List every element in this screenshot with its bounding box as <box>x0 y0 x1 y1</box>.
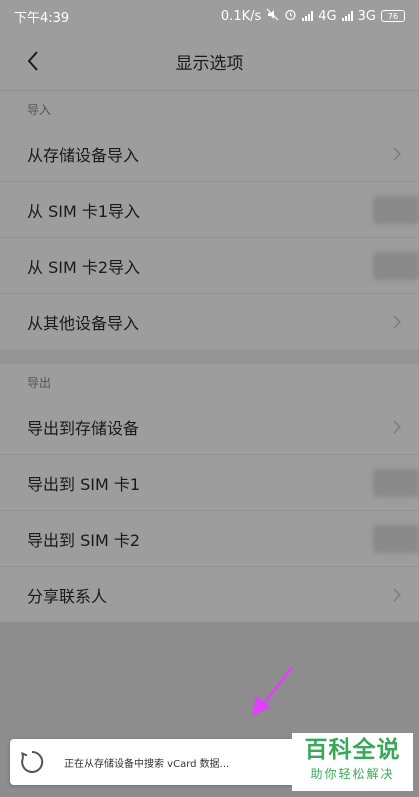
toast-text: 正在从存储设备中搜索 vCard 数据... <box>64 758 230 770</box>
watermark-sub: 助你轻松解决 <box>310 767 395 781</box>
watermark-logo: 百科全说 助你轻松解决 <box>292 733 413 791</box>
watermark-main: 百科全说 <box>304 737 401 763</box>
annotation-arrow-icon <box>252 666 293 716</box>
loading-spinner-icon <box>21 750 44 773</box>
